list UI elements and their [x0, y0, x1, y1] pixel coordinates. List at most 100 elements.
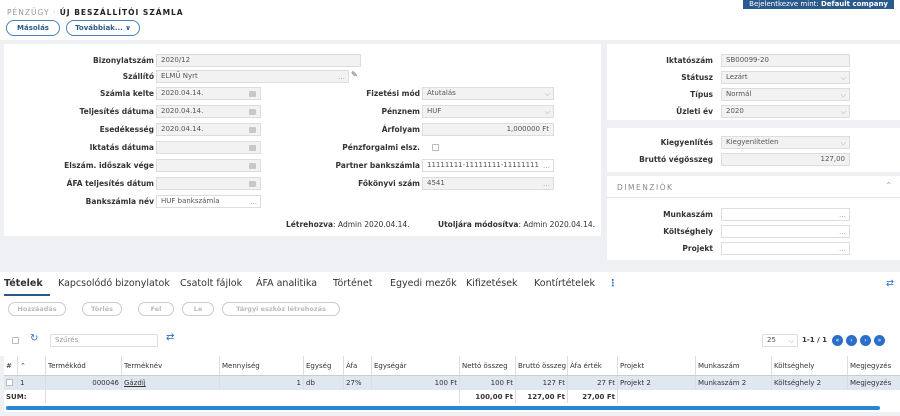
statusz-select[interactable]: Lezárt ⌵	[721, 71, 850, 84]
refresh-icon[interactable]: ↻	[30, 333, 38, 344]
penznem-select[interactable]: HUF ⌵	[422, 105, 554, 118]
horizontal-scrollbar[interactable]	[6, 406, 880, 410]
page-size-select[interactable]: 25 ⌵	[762, 334, 798, 347]
statusz-value: Lezárt	[726, 73, 748, 81]
table-row[interactable]: 1 000046 Gázdíj 1 db 27% 100 Ft 100 Ft 1…	[4, 376, 900, 390]
row-name-link[interactable]: Gázdíj	[122, 376, 220, 390]
last-page-icon[interactable]: »	[874, 335, 885, 346]
col-costcenter[interactable]: Költséghely	[772, 356, 848, 375]
calendar-icon[interactable]	[249, 181, 256, 187]
iktatas-field[interactable]	[156, 141, 261, 154]
tab-tetelek[interactable]: Tételek	[4, 278, 43, 289]
tab-tortenet[interactable]: Történet	[333, 278, 372, 289]
active-tab-underline	[4, 294, 50, 296]
row-code: 000046	[46, 376, 122, 390]
fokonyvi-field[interactable]: 4541…	[422, 177, 554, 190]
col-worknum[interactable]: Munkaszám	[696, 356, 772, 375]
munkaszam-field[interactable]: …	[721, 208, 850, 221]
breadcrumb-section[interactable]: PÉNZÜGY	[7, 8, 50, 17]
partner-bank-value: 11111111-11111111-11111111	[427, 161, 539, 169]
next-page-icon[interactable]: ›	[860, 335, 871, 346]
afa-telj-field[interactable]	[156, 177, 261, 190]
col-code[interactable]: Termékkód	[46, 356, 122, 375]
col-price[interactable]: Egységár	[372, 356, 460, 375]
penzforgalmi-label: Pénzforgalmi elsz.	[342, 143, 420, 152]
lookup-dots-icon[interactable]: …	[839, 244, 846, 254]
partner-bank-field[interactable]: 11111111-11111111-11111111 …	[422, 159, 554, 172]
iktatoszam-field[interactable]: SB00099-20	[721, 54, 850, 67]
lookup-dots-icon[interactable]: …	[338, 72, 345, 82]
filter-input[interactable]: Szűrés	[50, 334, 158, 347]
col-gross[interactable]: Bruttó összeg	[516, 356, 568, 375]
create-asset-button[interactable]: Tárgyi eszköz létrehozás	[222, 302, 340, 316]
penzforgalmi-checkbox[interactable]	[432, 144, 439, 151]
add-button[interactable]: Hozzáadás	[8, 302, 66, 316]
lookup-dots-icon[interactable]: …	[839, 210, 846, 220]
tab-csatolt[interactable]: Csatolt fájlok	[180, 278, 242, 289]
col-num[interactable]: #	[4, 356, 18, 375]
first-page-icon[interactable]: «	[832, 335, 843, 346]
sort-icon[interactable]: ⌃	[18, 356, 46, 375]
lookup-dots-icon[interactable]: …	[250, 197, 257, 207]
chevron-down-icon: ⌵	[840, 108, 846, 116]
lookup-dots-icon[interactable]: …	[543, 179, 550, 189]
kiegyenlites-select[interactable]: Kiegyenlítetlen ⌵	[721, 136, 850, 149]
lookup-dots-icon[interactable]: …	[839, 227, 846, 237]
calendar-icon[interactable]	[249, 145, 256, 151]
select-all-checkbox[interactable]	[12, 337, 19, 344]
calendar-icon[interactable]	[249, 127, 256, 133]
calendar-icon[interactable]	[249, 109, 256, 115]
esedekesseg-field[interactable]: 2020.04.14.	[156, 123, 261, 136]
top-bar: PÉNZÜGY · ÚJ BESZÁLLÍTÓI SZÁMLA Bejelent…	[0, 0, 900, 40]
copy-button[interactable]: Másolás	[6, 20, 60, 36]
col-unit[interactable]: Egység	[304, 356, 344, 375]
szamla-kelte-field[interactable]: 2020.04.14.	[156, 87, 261, 100]
szamla-kelte-label: Számla kelte	[99, 89, 154, 98]
col-net[interactable]: Nettó összeg	[460, 356, 516, 375]
col-note[interactable]: Megjegyzés	[848, 356, 900, 375]
col-name[interactable]: Terméknév	[122, 356, 220, 375]
col-project[interactable]: Projekt	[618, 356, 696, 375]
tab-egyedi[interactable]: Egyedi mezők	[390, 278, 457, 289]
down-button[interactable]: Le	[182, 302, 214, 316]
col-qty[interactable]: Mennyiség	[220, 356, 304, 375]
col-vat[interactable]: Áfa	[344, 356, 372, 375]
szallito-field[interactable]: ELMŰ Nyrt…	[156, 70, 349, 83]
tab-kapcsolodo[interactable]: Kapcsolódó bizonylatok	[58, 278, 170, 289]
more-tabs-icon[interactable]: ⋮	[608, 278, 618, 289]
kiegyenlites-value: Kiegyenlítetlen	[726, 138, 779, 146]
bizonylatszam-field[interactable]: 2020/12	[156, 54, 361, 67]
up-button[interactable]: Fel	[138, 302, 174, 316]
more-button[interactable]: Továbbiak... ∨	[66, 20, 140, 36]
tab-kontir[interactable]: Kontírtételek	[534, 278, 595, 289]
teljesites-field[interactable]: 2020.04.14.	[156, 105, 261, 118]
tab-kifizetesek[interactable]: Kifizetések	[466, 278, 518, 289]
edit-pencil-icon[interactable]: ✎	[351, 70, 358, 79]
koltseghely-field[interactable]: …	[721, 225, 850, 238]
row-checkbox[interactable]	[6, 379, 13, 386]
elszam-field[interactable]	[156, 159, 261, 172]
modified-label: Utoljára módosítva	[438, 220, 519, 229]
calendar-icon[interactable]	[249, 91, 256, 97]
tab-afa-analitika[interactable]: ÁFA analitika	[256, 278, 317, 289]
prev-page-icon[interactable]: ‹	[846, 335, 857, 346]
breadcrumb: PÉNZÜGY · ÚJ BESZÁLLÍTÓI SZÁMLA	[7, 8, 184, 17]
chevron-down-icon: ⌵	[840, 74, 846, 82]
delete-button[interactable]: Törlés	[82, 302, 122, 316]
lookup-dots-icon[interactable]: …	[543, 161, 550, 171]
tipus-select[interactable]: Normál ⌵	[721, 88, 850, 101]
sum-vatval: 27,00 Ft	[568, 390, 618, 403]
penznem-label: Pénznem	[381, 107, 420, 116]
swap-icon[interactable]: ⇄	[886, 278, 894, 289]
chevron-up-icon[interactable]: ⌃	[885, 181, 892, 190]
fizetesi-select[interactable]: Átutalás ⌵	[422, 87, 554, 100]
brutto-field[interactable]: 127,00	[721, 153, 850, 166]
projekt-field[interactable]: …	[721, 242, 850, 255]
modified-value: : Admin 2020.04.14.	[518, 220, 595, 229]
uzleti-ev-select[interactable]: 2020 ⌵	[721, 105, 850, 118]
arfolyam-field[interactable]: 1,000000 Ft	[422, 123, 554, 136]
filter-swap-icon[interactable]: ⇄	[166, 332, 174, 343]
col-vatval[interactable]: Áfa érték	[568, 356, 618, 375]
bankszamla-field[interactable]: HUF bankszámla…	[156, 195, 261, 208]
calendar-icon[interactable]	[249, 163, 256, 169]
